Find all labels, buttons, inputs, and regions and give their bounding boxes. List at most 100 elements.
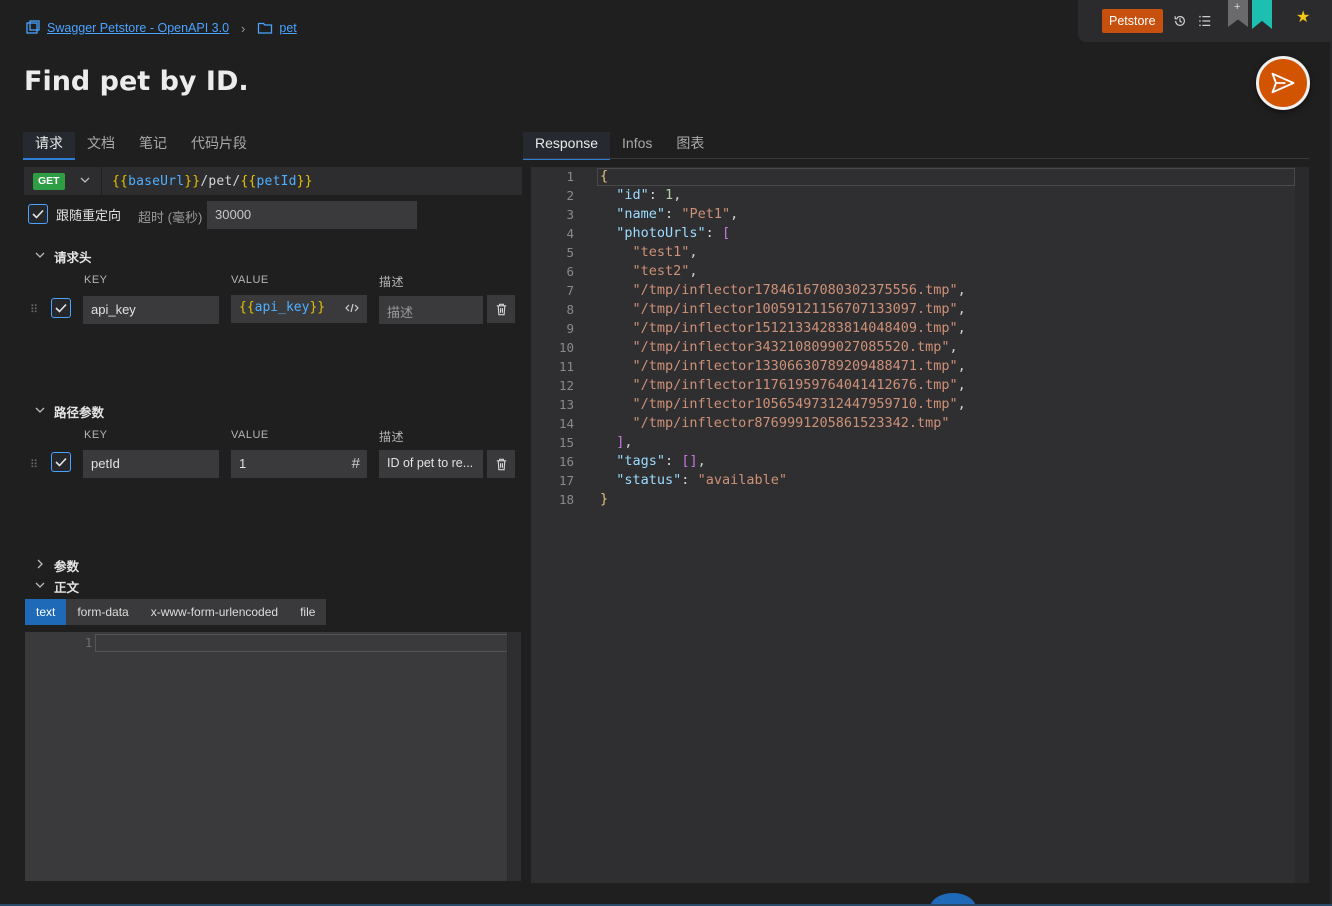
history-icon[interactable]	[1172, 13, 1188, 29]
path-params-section-header[interactable]: 路径参数	[34, 402, 104, 421]
line-number: 6	[566, 264, 574, 279]
code-line: 18}	[531, 490, 1309, 509]
line-number: 13	[558, 397, 574, 412]
timeout-input[interactable]: 30000	[207, 201, 417, 229]
tab-response[interactable]: Response	[523, 132, 611, 160]
path-key-input[interactable]: petId	[83, 450, 219, 478]
code-text: "tags": [],	[616, 453, 706, 469]
line-number: 9	[566, 321, 574, 336]
drag-handle-icon[interactable]: ⠿	[30, 303, 38, 316]
collection-icon	[25, 20, 41, 36]
add-bookmark-button[interactable]: +	[1228, 0, 1248, 27]
url-segment: }}	[184, 173, 201, 189]
hash-icon[interactable]: #	[352, 455, 360, 472]
chevron-right-icon: ›	[241, 20, 246, 36]
code-text: "/tmp/inflector17846167080302375556.tmp"…	[632, 282, 966, 298]
url-segment: petId	[256, 173, 297, 189]
line-number: 8	[566, 302, 574, 317]
breadcrumb-folder-link[interactable]: pet	[279, 21, 296, 35]
url-input[interactable]: {{baseUrl}}/pet/{{petId}}	[112, 174, 313, 189]
line-number: 5	[566, 245, 574, 260]
code-text: "/tmp/inflector13306630789209488471.tmp"…	[632, 358, 966, 374]
send-icon	[1271, 72, 1295, 94]
code-icon[interactable]	[345, 301, 359, 319]
tab-notes[interactable]: 笔记	[127, 132, 179, 160]
folder-icon	[257, 20, 273, 36]
headers-section-header[interactable]: 请求头	[34, 247, 92, 266]
line-number: 3	[566, 207, 574, 222]
header-row-checkbox[interactable]	[51, 298, 71, 318]
method-select[interactable]: GET	[24, 167, 102, 195]
follow-redirect-label: 跟随重定向	[56, 207, 122, 223]
tab-infos[interactable]: Infos	[610, 132, 664, 160]
code-line: 7 "/tmp/inflector17846167080302375556.tm…	[531, 281, 1309, 300]
code-line: 12 "/tmp/inflector11761959764041412676.t…	[531, 376, 1309, 395]
tab-docs[interactable]: 文档	[75, 132, 127, 160]
code-text: "photoUrls": [	[616, 225, 731, 241]
drag-handle-icon[interactable]: ⠿	[30, 458, 38, 471]
follow-redirect-checkbox[interactable]	[28, 204, 48, 224]
environment-selector[interactable]: Petstore	[1102, 9, 1163, 33]
path-value-text: 1	[239, 456, 247, 471]
trash-icon	[496, 458, 506, 470]
follow-redirect-row: 跟随重定向	[28, 204, 121, 224]
code-line: 10 "/tmp/inflector3432108099027085520.tm…	[531, 338, 1309, 357]
breadcrumb-collection-link[interactable]: Swagger Petstore - OpenAPI 3.0	[47, 21, 229, 35]
line-number: 7	[566, 283, 574, 298]
body-section-header[interactable]: 正文	[34, 577, 79, 596]
line-number: 12	[558, 378, 574, 393]
body-tab-urlencoded[interactable]: x-www-form-urlencoded	[140, 599, 289, 625]
code-line: 15 ],	[531, 433, 1309, 452]
line-number: 1	[85, 636, 93, 650]
body-editor[interactable]: 1	[25, 632, 521, 881]
line-number: 10	[558, 340, 574, 355]
delete-path-param-button[interactable]	[487, 450, 515, 478]
delete-header-button[interactable]	[487, 295, 515, 323]
url-bar: GET {{baseUrl}}/pet/{{petId}}	[24, 167, 522, 195]
tab-snippets[interactable]: 代码片段	[179, 132, 259, 160]
chevron-right-icon	[34, 558, 46, 573]
trash-icon	[496, 303, 506, 315]
response-viewer[interactable]: 1{2 "id": 1, 3 "name": "Pet1", 4 "photoUrl…	[531, 167, 1309, 883]
tab-charts[interactable]: 图表	[664, 132, 716, 160]
chevron-down-icon	[34, 579, 46, 594]
code-text: {	[600, 168, 609, 184]
body-tab-form-data[interactable]: form-data	[66, 599, 139, 625]
code-text: "/tmp/inflector3432108099027085520.tmp",	[632, 339, 958, 355]
body-editor-scrollbar[interactable]	[507, 632, 521, 881]
header-value-input[interactable]: {{api_key}}	[231, 295, 367, 323]
code-line: 17 "status": "available"	[531, 471, 1309, 490]
code-line: 14 "/tmp/inflector8769991205861523342.tm…	[531, 414, 1309, 433]
breadcrumb: Swagger Petstore - OpenAPI 3.0 › pet	[25, 18, 297, 38]
body-tab-text[interactable]: text	[25, 599, 67, 625]
path-value-input[interactable]: 1 #	[231, 450, 367, 478]
code-text: ],	[616, 434, 633, 450]
path-col-key: KEY	[84, 429, 108, 441]
header-key-input[interactable]: api_key	[83, 296, 219, 324]
code-text: "/tmp/inflector8769991205861523342.tmp"	[632, 415, 950, 431]
request-tabs: 请求 文档 笔记 代码片段	[23, 132, 259, 160]
url-segment: baseUrl	[128, 173, 185, 189]
path-row-checkbox[interactable]	[51, 452, 71, 472]
code-text: "/tmp/inflector15121334283814048409.tmp"…	[632, 320, 966, 336]
line-number: 2	[566, 188, 574, 203]
code-text: }	[600, 491, 609, 507]
code-line: 9 "/tmp/inflector15121334283814048409.tm…	[531, 319, 1309, 338]
line-number: 18	[558, 492, 574, 507]
code-text: "/tmp/inflector10059121156707133097.tmp"…	[632, 301, 966, 317]
send-request-button[interactable]	[1256, 56, 1310, 110]
headers-section-title: 请求头	[54, 251, 92, 265]
line-number: 4	[566, 226, 574, 241]
body-tab-file[interactable]: file	[289, 599, 326, 625]
tab-divider	[523, 158, 1309, 159]
header-desc-input[interactable]: 描述	[379, 296, 483, 324]
params-section-header[interactable]: 参数	[34, 556, 79, 575]
list-icon[interactable]	[1197, 13, 1213, 29]
bookmark-icon[interactable]	[1252, 0, 1272, 29]
response-tabs: Response Infos 图表	[523, 132, 716, 160]
tab-request[interactable]: 请求	[23, 132, 75, 160]
code-line: 16 "tags": [],	[531, 452, 1309, 471]
star-icon[interactable]: ★	[1296, 7, 1310, 27]
path-desc-input[interactable]: ID of pet to re...	[379, 450, 483, 478]
code-line: 4 "photoUrls": [	[531, 224, 1309, 243]
